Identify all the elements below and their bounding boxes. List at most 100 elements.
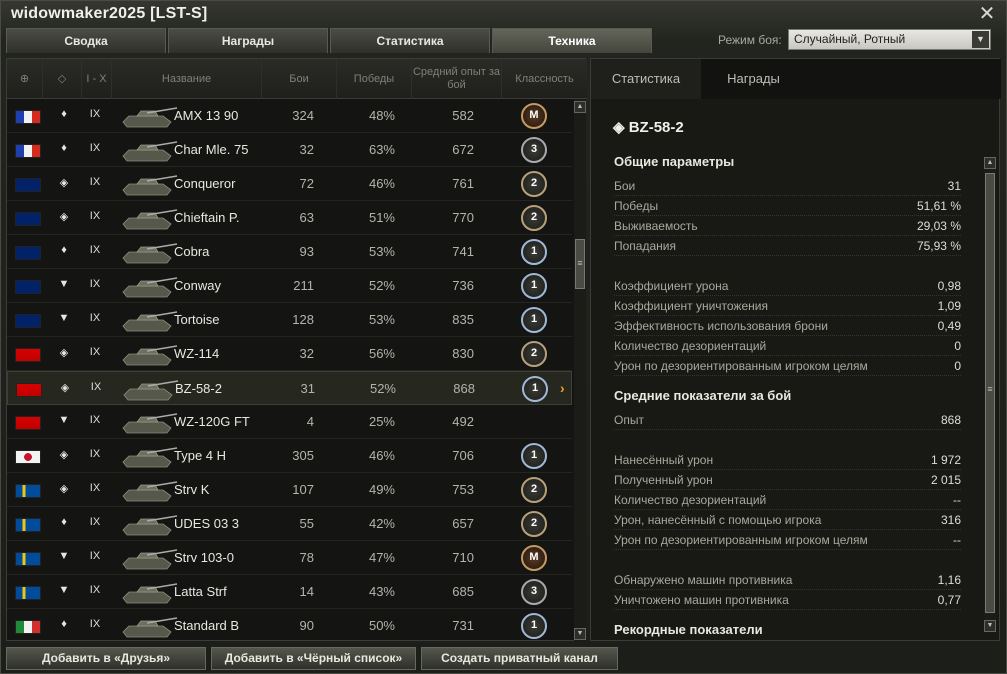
tank-type-icon: ♦ bbox=[61, 142, 67, 154]
table-row[interactable]: ▼ IX Conway 211 52% 736 1 bbox=[7, 269, 572, 303]
battles-cell: 93 bbox=[299, 244, 314, 259]
mastery-badge-icon: 1 bbox=[521, 307, 547, 333]
avg-exp-cell: 736 bbox=[452, 278, 474, 293]
tank-type-icon: ◈ bbox=[60, 382, 70, 394]
tier-label: IX bbox=[89, 550, 101, 562]
stat-row: Коэффициент уничтожения 1,09 bbox=[614, 296, 961, 316]
tier-label: IX bbox=[89, 108, 101, 120]
add-blacklist-button[interactable]: Добавить в «Чёрный список» bbox=[211, 647, 416, 670]
vehicle-name: AMX 13 90 bbox=[174, 108, 239, 123]
tier-label: IX bbox=[90, 381, 102, 393]
tank-icon bbox=[123, 380, 179, 401]
scroll-up-button[interactable]: ▲ bbox=[984, 157, 996, 169]
table-row[interactable]: ♦ IX Char Mle. 75 32 63% 672 3 bbox=[7, 133, 572, 167]
tank-icon bbox=[122, 413, 178, 434]
table-row[interactable]: ▼ IX Latta Strf 14 43% 685 3 bbox=[7, 575, 572, 609]
table-row[interactable]: ♦ IX Standard B 90 50% 731 1 bbox=[7, 609, 572, 642]
mastery-badge-icon: 2 bbox=[521, 477, 547, 503]
vehicle-name: Tortoise bbox=[174, 312, 220, 327]
avg-exp-cell: 492 bbox=[452, 414, 474, 429]
battles-cell: 128 bbox=[292, 312, 314, 327]
tab-detail-awards[interactable]: Награды bbox=[701, 59, 806, 99]
mastery-badge-icon: 1 bbox=[521, 239, 547, 265]
mastery-sort-header[interactable]: Классность bbox=[502, 59, 587, 99]
battles-sort-header[interactable]: Бои bbox=[262, 59, 337, 99]
table-row[interactable]: ▼ IX Tortoise 128 53% 835 1 bbox=[7, 303, 572, 337]
tank-type-icon: ▼ bbox=[58, 278, 70, 290]
window-title: widowmaker2025 [LST-S] bbox=[11, 5, 208, 22]
tab-awards[interactable]: Награды bbox=[168, 28, 328, 53]
mastery-badge-icon: 2 bbox=[521, 341, 547, 367]
wins-cell: 53% bbox=[368, 244, 395, 259]
tank-type-icon: ◈ bbox=[59, 449, 69, 461]
tab-statistics[interactable]: Статистика bbox=[330, 28, 490, 53]
tier-sort-header[interactable]: I - X bbox=[82, 59, 112, 99]
battles-cell: 63 bbox=[299, 210, 314, 225]
close-icon[interactable]: ✕ bbox=[976, 3, 998, 25]
tank-type-icon: ◈ bbox=[613, 119, 625, 136]
scroll-up-button[interactable]: ▲ bbox=[574, 101, 586, 113]
tab-summary[interactable]: Сводка bbox=[6, 28, 166, 53]
table-row[interactable]: ▼ IX Strv 103-0 78 47% 710 M bbox=[7, 541, 572, 575]
nation-sort-header[interactable]: ⊕ bbox=[7, 59, 43, 99]
table-row[interactable]: ◈ IX WZ-114 32 56% 830 2 bbox=[7, 337, 572, 371]
avg-exp-cell: 868 bbox=[453, 381, 475, 396]
battles-cell: 14 bbox=[299, 584, 314, 599]
globe-icon: ⊕ bbox=[19, 72, 30, 85]
battles-cell: 72 bbox=[299, 176, 314, 191]
stat-row: Полученный урон 2 015 bbox=[614, 470, 961, 490]
battles-cell: 32 bbox=[299, 346, 314, 361]
exp-sort-header[interactable]: Средний опыт за бой bbox=[412, 59, 502, 99]
table-row[interactable]: ▼ IX WZ-120G FT 4 25% 492 bbox=[7, 405, 572, 439]
avg-exp-cell: 830 bbox=[452, 346, 474, 361]
stat-row: Нанесённый урон 1 972 bbox=[614, 450, 961, 470]
stat-value: 316 bbox=[940, 513, 961, 527]
detail-scrollbar[interactable]: ▲ ≡ ▼ bbox=[984, 157, 996, 632]
tier-label: IX bbox=[89, 482, 101, 494]
wins-cell: 48% bbox=[368, 108, 395, 123]
nation-flag-icon bbox=[15, 416, 41, 430]
avg-exp-cell: 582 bbox=[452, 108, 474, 123]
battle-mode-select[interactable]: Случайный, Ротный ▼ bbox=[788, 29, 991, 50]
scroll-down-button[interactable]: ▼ bbox=[574, 628, 586, 640]
scroll-thumb[interactable]: ≡ bbox=[985, 173, 995, 613]
scroll-thumb[interactable]: ≡ bbox=[575, 239, 585, 289]
vehicle-name: Chieftain P. bbox=[174, 210, 240, 225]
table-row[interactable]: ♦ IX UDES 03 3 55 42% 657 2 bbox=[7, 507, 572, 541]
scroll-down-button[interactable]: ▼ bbox=[984, 620, 996, 632]
tier-label: IX bbox=[89, 210, 101, 222]
type-sort-header[interactable]: ◇ bbox=[43, 59, 82, 99]
mastery-badge-icon: 3 bbox=[521, 137, 547, 163]
tank-icon bbox=[122, 617, 178, 638]
table-row[interactable]: ◈ IX Conqueror 72 46% 761 2 bbox=[7, 167, 572, 201]
tank-type-icon: ◈ bbox=[59, 347, 69, 359]
create-private-channel-button[interactable]: Создать приватный канал bbox=[421, 647, 618, 670]
avg-exp-cell: 761 bbox=[452, 176, 474, 191]
tab-vehicles[interactable]: Техника bbox=[492, 28, 652, 53]
wins-cell: 47% bbox=[368, 550, 395, 565]
mastery-badge-icon: 1 bbox=[522, 376, 548, 402]
table-scrollbar[interactable]: ▲ ≡ ▼ bbox=[574, 99, 586, 642]
stat-label: Победы bbox=[614, 199, 659, 213]
name-sort-header[interactable]: Название bbox=[112, 59, 262, 99]
tab-detail-statistics[interactable]: Статистика bbox=[591, 59, 701, 99]
add-friend-button[interactable]: Добавить в «Друзья» bbox=[6, 647, 206, 670]
avg-exp-cell: 835 bbox=[452, 312, 474, 327]
table-row[interactable]: ♦ IX AMX 13 90 324 48% 582 M bbox=[7, 99, 572, 133]
tank-type-icon: ▼ bbox=[58, 414, 70, 426]
stat-value: -- bbox=[953, 533, 961, 547]
wins-cell: 52% bbox=[369, 381, 396, 396]
vehicle-name: BZ-58-2 bbox=[175, 381, 222, 396]
mastery-badge-icon: 2 bbox=[521, 171, 547, 197]
battles-cell: 305 bbox=[292, 448, 314, 463]
wins-cell: 46% bbox=[368, 176, 395, 191]
table-row[interactable]: ◈ IX BZ-58-2 31 52% 868 1 › bbox=[7, 371, 572, 405]
table-row[interactable]: ♦ IX Cobra 93 53% 741 1 bbox=[7, 235, 572, 269]
chevron-down-icon[interactable]: ▼ bbox=[972, 31, 989, 48]
tank-type-icon: ▼ bbox=[58, 550, 70, 562]
table-row[interactable]: ◈ IX Chieftain P. 63 51% 770 2 bbox=[7, 201, 572, 235]
table-row[interactable]: ◈ IX Type 4 H 305 46% 706 1 bbox=[7, 439, 572, 473]
wins-sort-header[interactable]: Победы bbox=[337, 59, 412, 99]
table-row[interactable]: ◈ IX Strv K 107 49% 753 2 bbox=[7, 473, 572, 507]
tank-type-icon: ◇ bbox=[57, 72, 67, 85]
